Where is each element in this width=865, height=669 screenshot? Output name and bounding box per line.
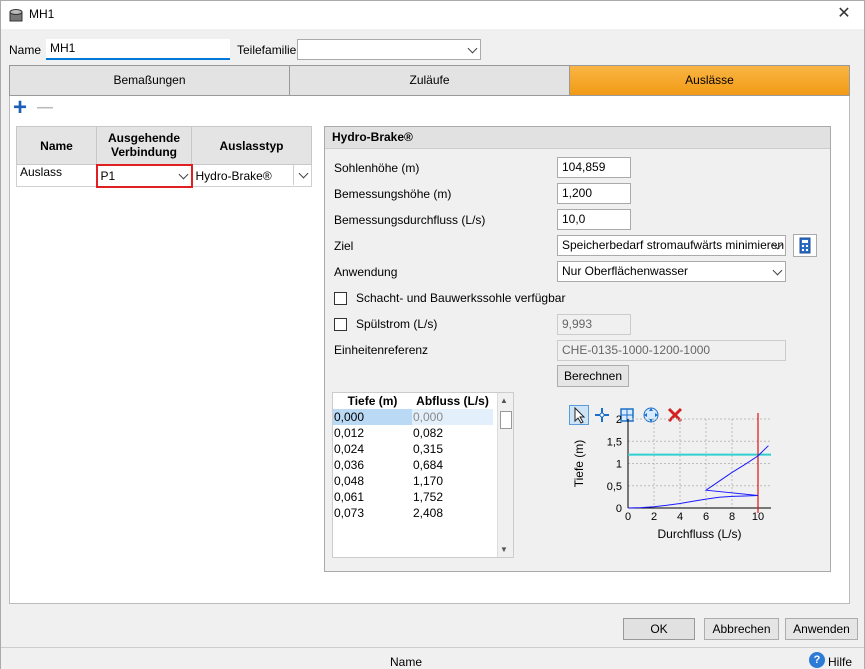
objective-value: Speicherbedarf stromaufwärts minimieren [562,238,785,252]
design-flow-label: Bemessungsdurchfluss (L/s) [334,213,486,227]
family-select[interactable] [297,39,481,60]
x-tick-label: 8 [729,511,735,523]
col-header-flow: Abfluss (L/s) [416,394,489,408]
flush-label: Spülstrom (L/s) [356,317,438,331]
tab-outflows[interactable]: Auslässe [569,65,850,96]
sump-label: Schacht- und Bauwerkssohle verfügbar [356,291,566,305]
tab-inflows[interactable]: Zuläufe [289,65,570,96]
depth-cell: 0,000 [333,409,412,425]
objective-select[interactable]: Speicherbedarf stromaufwärts minimieren [557,235,786,256]
reference-label: Einheitenreferenz [334,343,429,357]
depth-cell: 0,048 [334,474,365,488]
table-row[interactable]: 0,048 1,170 [333,473,493,489]
calculator-button[interactable] [793,234,817,257]
tab-dimensions[interactable]: Bemaßungen [9,65,290,96]
invert-label: Sohlenhöhe (m) [334,161,420,175]
col-header-name: Name [16,126,97,165]
table-row[interactable]: 0,036 0,684 [333,457,493,473]
name-label: Name [9,43,42,57]
invert-input[interactable]: 104,859 [557,157,631,178]
flow-table-container: Tiefe (m) Abfluss (L/s) 0,000 0,000 0,012 0… [332,392,514,558]
application-label: Anwendung [334,265,398,279]
table-row[interactable]: 0,061 1,752 [333,489,493,505]
flow-depth-chart: 0 2 4 6 8 1000,511,52Durchfluss (L/s)Tiefe (m… [572,413,771,541]
family-label: Teilefamilie [237,43,297,57]
flow-cell: 1,170 [413,474,444,488]
ok-button[interactable]: OK [623,618,695,640]
reference-input[interactable]: CHE-0135-1000-1200-1000 [557,340,786,361]
outlets-grid: Name Ausgehende Verbindung Auslasstyp Au… [16,126,312,188]
col-header-depth: Tiefe (m) [347,394,398,408]
x-axis-label: Durchfluss (L/s) [657,527,741,541]
x-tick-label: 2 [651,511,657,523]
objective-label: Ziel [334,239,354,253]
outlet-connection-value: P1 [100,168,116,183]
outlet-name: Auslass [16,164,97,187]
scrollbar-thumb[interactable] [500,411,512,429]
flow-cell: 0,082 [413,426,444,440]
y-tick-label: 0,5 [607,481,622,493]
flush-input[interactable]: 9,993 [557,314,631,335]
depth-cell: 0,012 [334,426,365,440]
flush-checkbox[interactable] [334,318,347,331]
status-label: Name [390,655,423,669]
cancel-button[interactable]: Abbrechen [704,618,779,640]
name-input[interactable]: MH1 [46,39,230,60]
design-head-input[interactable]: 1,200 [557,183,631,204]
table-row[interactable]: 0,000 0,000 [333,409,493,425]
calculator-icon [799,237,811,254]
chevron-down-icon [178,169,188,179]
table-row[interactable]: 0,012 0,082 [333,425,493,441]
table-row[interactable]: 0,024 0,315 [333,441,493,457]
title-bar: MH1 ✕ [1,1,864,29]
help-icon[interactable]: ? [809,652,825,668]
application-select[interactable]: Nur Oberflächenwasser [557,261,786,282]
close-button[interactable]: ✕ [829,3,859,25]
application-value: Nur Oberflächenwasser [562,264,689,278]
y-tick-label: 1 [616,459,622,471]
status-bar [1,647,864,669]
sump-checkbox[interactable] [334,292,347,305]
flow-cell: 1,752 [413,490,444,504]
flow-cell: 0,000 [412,409,493,425]
y-axis-label: Tiefe (m) [572,440,586,488]
calculate-button[interactable]: Berechnen [557,365,629,387]
depth-cell: 0,036 [334,458,365,472]
outlet-connection-select[interactable]: P1 [95,163,193,188]
depth-cell: 0,073 [334,506,365,520]
x-tick-label: 4 [677,511,683,523]
table-row[interactable]: 0,073 2,408 [333,505,493,521]
outlet-type-value: Hydro-Brake® [195,168,272,183]
flow-cell: 0,315 [413,442,444,456]
chevron-down-icon [467,43,478,54]
y-tick-label: 1,5 [607,436,622,448]
col-header-type: Auslasstyp [191,126,312,165]
x-tick-label: 6 [703,511,709,523]
window-title: MH1 [29,7,55,21]
table-row[interactable]: Auslass P1 Hydro-Brake® [16,163,312,188]
flow-cell: 0,684 [413,458,444,472]
add-outlet-button[interactable]: + [13,96,33,120]
y-tick-label: 0 [616,503,622,515]
y-tick-label: 2 [616,414,622,426]
depth-cell: 0,024 [334,442,365,456]
scroll-up-icon[interactable]: ▲ [500,396,508,405]
remove-outlet-button[interactable]: — [37,98,57,118]
chevron-down-icon [772,265,783,276]
manhole-icon [9,9,23,22]
depth-cell: 0,061 [334,490,365,504]
x-tick-label: 0 [625,511,631,523]
flow-table: Tiefe (m) Abfluss (L/s) 0,000 0,000 0,012 0… [333,393,493,521]
outlet-type-select[interactable]: Hydro-Brake® [191,164,312,187]
help-link[interactable]: Hilfe [828,655,852,669]
dialog-window: MH1 ✕ Name MH1 Teilefamilie Bemaßungen Z… [0,0,865,669]
flow-cell: 2,408 [413,506,444,520]
flow-table-scrollbar[interactable]: ▲ ▼ [497,393,513,557]
scroll-down-icon[interactable]: ▼ [500,545,508,554]
design-flow-input[interactable]: 10,0 [557,209,631,230]
apply-button[interactable]: Anwenden [785,618,858,640]
design-head-label: Bemessungshöhe (m) [334,187,452,201]
col-header-connection: Ausgehende Verbindung [96,126,192,165]
hydro-brake-title: Hydro-Brake® [325,127,830,149]
